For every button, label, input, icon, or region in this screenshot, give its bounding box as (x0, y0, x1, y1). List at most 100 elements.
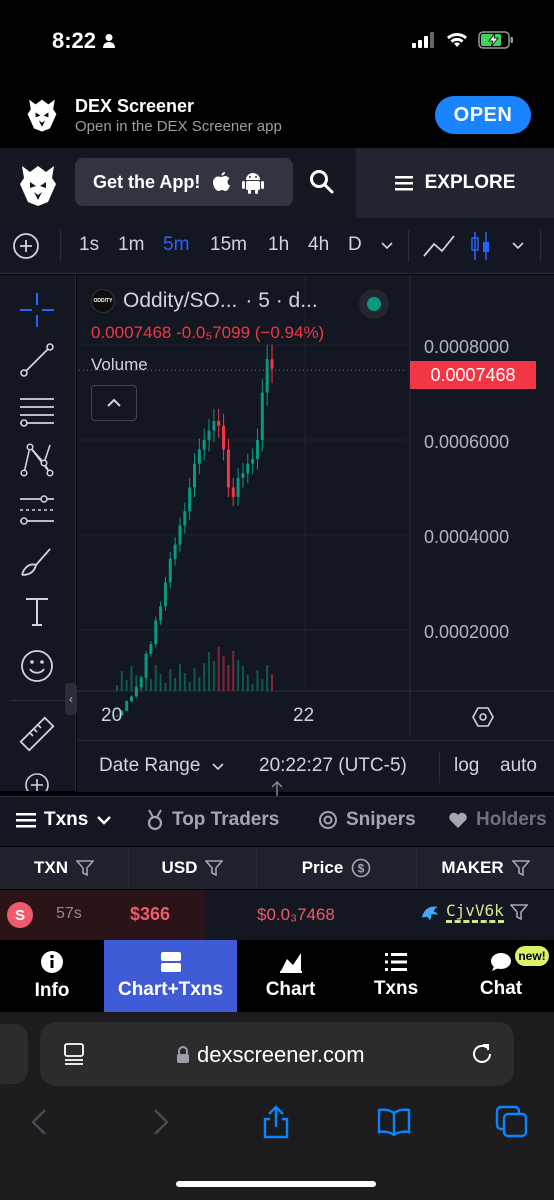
split-view-icon (160, 952, 181, 972)
nav-chart[interactable]: Chart (237, 940, 344, 1012)
chart-clock[interactable]: 20:22:27 (UTC-5) (259, 755, 407, 777)
chart-interval: · 5 · d... (245, 289, 318, 312)
tab-top-traders[interactable]: Top Traders (146, 809, 279, 831)
log-scale-toggle[interactable]: log (454, 755, 479, 777)
timeframe-15m[interactable]: 15m (210, 234, 247, 256)
timeframe-5m[interactable]: 5m (163, 234, 189, 256)
address-bar[interactable]: dexscreener.com (40, 1022, 514, 1086)
volume-bar (198, 677, 201, 691)
nav-chart-txns[interactable]: Chart+Txns (104, 940, 237, 1012)
auto-scale-toggle[interactable]: auto (500, 755, 537, 777)
nav-info[interactable]: Info (0, 940, 104, 1012)
nav-info-label: Info (34, 980, 70, 1001)
price-change-row: 0.0007468 -0.0₅7099 (−0.94%) (91, 323, 325, 342)
page-menu-icon[interactable] (62, 1042, 86, 1066)
candle-body (149, 644, 153, 654)
tab-txns[interactable]: Txns (16, 809, 112, 831)
android-icon (242, 173, 265, 194)
volume-bar (232, 651, 235, 691)
line-chart-icon[interactable] (422, 232, 456, 260)
time-axis-label: 22 (293, 705, 315, 726)
previous-tab-preview[interactable] (0, 1024, 28, 1084)
safari-toolbar: dexscreener.com (0, 1012, 554, 1200)
forward-arrow-icon[interactable] (142, 1104, 178, 1140)
lock-icon (177, 1046, 189, 1063)
bookmarks-icon[interactable] (376, 1104, 412, 1140)
get-app-button[interactable]: Get the App! (75, 158, 293, 206)
target-icon (319, 811, 337, 829)
tabs-icon[interactable] (494, 1104, 530, 1140)
nav-txns-label: Txns (373, 978, 419, 999)
timeframe-4h[interactable]: 4h (308, 234, 329, 256)
clock: 8:22 (52, 28, 97, 53)
toolbar-collapse-handle[interactable]: ‹ (65, 683, 77, 715)
tab-top-traders-label: Top Traders (172, 809, 280, 830)
timeframe-1h[interactable]: 1h (268, 234, 289, 256)
crosshair-icon[interactable] (18, 291, 56, 329)
forecast-icon[interactable] (18, 491, 56, 529)
candle-body (130, 696, 134, 702)
table-row[interactable]: S 57s $366 $0.0₃7468 CjvV6k (0, 890, 554, 940)
zoom-in-icon[interactable] (18, 769, 56, 791)
price-chart[interactable]: ODDITY Oddity/SO... · 5 · d... 0.0007468… (77, 275, 554, 791)
price-axis-label: 0.0002000 (424, 622, 510, 642)
volume-bar (140, 684, 143, 691)
dex-logo-icon[interactable] (18, 162, 58, 206)
bottom-nav: Info Chart+Txns Chart Txns Chat (0, 940, 554, 1012)
column-txn[interactable]: TXN (0, 847, 129, 889)
open-app-button[interactable]: OPEN (435, 96, 531, 134)
candle-body (226, 449, 230, 488)
tab-snipers[interactable]: Snipers (318, 809, 416, 831)
volume-bar (116, 685, 118, 691)
search-icon[interactable] (308, 168, 336, 196)
volume-bar (164, 683, 167, 691)
reload-icon[interactable] (470, 1042, 494, 1066)
share-icon[interactable] (258, 1104, 294, 1140)
chart-settings-icon[interactable] (471, 705, 495, 729)
timeframe-d[interactable]: D (348, 234, 362, 256)
column-price[interactable]: Price $ (257, 847, 417, 889)
volume-bar (241, 666, 244, 691)
collapse-legend-button[interactable] (91, 385, 137, 421)
brush-icon[interactable] (18, 541, 56, 579)
volume-bar (178, 664, 181, 691)
tab-holders-label: Holders (476, 809, 547, 830)
new-badge: new! (515, 946, 549, 966)
volume-bar (169, 669, 172, 691)
timeframe-1s[interactable]: 1s (79, 234, 99, 256)
timeframe-1m[interactable]: 1m (118, 234, 144, 256)
volume-bar (193, 668, 196, 691)
tab-holders[interactable]: Holders (448, 809, 547, 831)
back-arrow-icon[interactable] (22, 1104, 58, 1140)
candles-icon[interactable] (470, 230, 492, 262)
trend-line-icon[interactable] (18, 341, 56, 379)
txn-maker[interactable]: CjvV6k (420, 901, 528, 923)
chevron-down-icon[interactable] (511, 238, 525, 252)
emoji-icon[interactable] (18, 647, 56, 685)
pattern-icon[interactable] (18, 441, 56, 479)
volume-bar (174, 678, 177, 691)
hamburger-icon (394, 176, 413, 191)
toolbar-divider (60, 230, 61, 262)
date-range-button[interactable]: Date Range (99, 755, 224, 777)
column-usd[interactable]: USD (129, 847, 257, 889)
volume-bar (183, 673, 186, 691)
explore-button[interactable]: EXPLORE (356, 148, 554, 218)
candle-body (260, 392, 264, 440)
fib-retracement-icon[interactable] (18, 391, 56, 429)
candle-body (168, 558, 172, 583)
add-indicator-icon[interactable] (12, 232, 40, 260)
nav-txns[interactable]: Txns (344, 940, 448, 1012)
ruler-icon[interactable] (18, 715, 56, 753)
column-maker[interactable]: MAKER (417, 847, 554, 889)
cellular-signal-icon (412, 32, 434, 48)
column-maker-label: MAKER (441, 858, 504, 877)
volume-bar (135, 675, 138, 691)
filter-icon[interactable] (509, 903, 528, 921)
price-axis-label: 0.0008000 (424, 337, 510, 357)
text-tool-icon[interactable] (18, 593, 56, 631)
chevron-down-icon[interactable] (380, 238, 394, 252)
date-range-label: Date Range (99, 755, 201, 776)
filter-icon (205, 860, 224, 877)
banner-subtitle: Open in the DEX Screener app (75, 118, 282, 135)
